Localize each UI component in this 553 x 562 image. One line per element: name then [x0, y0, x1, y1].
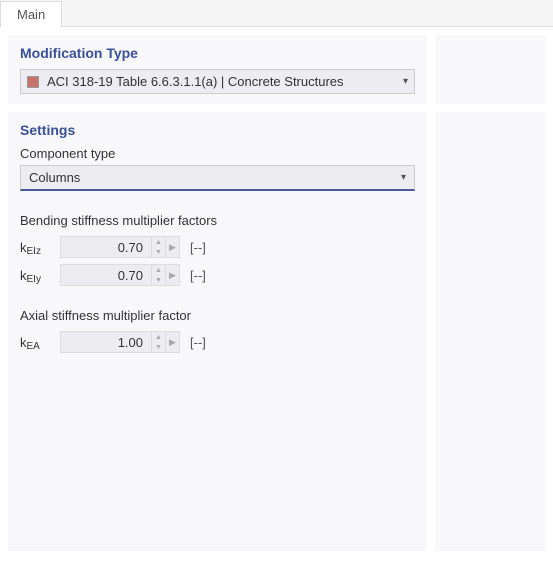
- keiz-step-up[interactable]: ▲: [152, 237, 165, 247]
- kea-input[interactable]: [61, 334, 151, 351]
- chevron-down-icon: ▾: [403, 76, 408, 87]
- param-row-keiz: kEIz ▲ ▼ ▶ [--]: [20, 236, 415, 258]
- modification-type-panel: Modification Type ACI 318-19 Table 6.6.3…: [8, 35, 427, 104]
- modification-swatch-icon: [27, 76, 39, 88]
- modification-type-title: Modification Type: [20, 45, 415, 61]
- component-type-label: Component type: [20, 146, 415, 161]
- modification-type-value: ACI 318-19 Table 6.6.3.1.1(a) | Concrete…: [47, 74, 397, 89]
- keiz-spinner[interactable]: ▲ ▼ ▶: [60, 236, 180, 258]
- param-key-keiz: kEIz: [20, 240, 60, 255]
- keiy-input[interactable]: [61, 267, 151, 284]
- settings-panel: Settings Component type Columns ▾ Bendin…: [8, 112, 427, 551]
- keiz-step-down[interactable]: ▼: [152, 247, 165, 257]
- modification-type-select[interactable]: ACI 318-19 Table 6.6.3.1.1(a) | Concrete…: [20, 69, 415, 94]
- bending-section-label: Bending stiffness multiplier factors: [20, 213, 415, 228]
- axial-section-label: Axial stiffness multiplier factor: [20, 308, 415, 323]
- component-type-value: Columns: [29, 170, 395, 185]
- keiz-side-button[interactable]: ▶: [165, 237, 179, 257]
- keiy-stepper: ▲ ▼: [151, 265, 165, 285]
- param-row-keiy: kEIy ▲ ▼ ▶ [--]: [20, 264, 415, 286]
- keiy-unit: [--]: [190, 268, 206, 283]
- tab-bar: Main: [0, 0, 553, 27]
- kea-stepper: ▲ ▼: [151, 332, 165, 352]
- keiz-stepper: ▲ ▼: [151, 237, 165, 257]
- chevron-down-icon: ▾: [401, 172, 406, 183]
- kea-step-down[interactable]: ▼: [152, 342, 165, 352]
- content-area: Modification Type ACI 318-19 Table 6.6.3…: [0, 27, 553, 559]
- param-row-kea: kEA ▲ ▼ ▶ [--]: [20, 331, 415, 353]
- settings-title: Settings: [20, 122, 415, 138]
- keiz-unit: [--]: [190, 240, 206, 255]
- keiy-side-button[interactable]: ▶: [165, 265, 179, 285]
- kea-unit: [--]: [190, 335, 206, 350]
- kea-spinner[interactable]: ▲ ▼ ▶: [60, 331, 180, 353]
- param-key-kea: kEA: [20, 335, 60, 350]
- kea-step-up[interactable]: ▲: [152, 332, 165, 342]
- top-right-panel: [435, 35, 545, 104]
- keiy-step-down[interactable]: ▼: [152, 275, 165, 285]
- keiy-step-up[interactable]: ▲: [152, 265, 165, 275]
- keiz-input[interactable]: [61, 239, 151, 256]
- kea-side-button[interactable]: ▶: [165, 332, 179, 352]
- keiy-spinner[interactable]: ▲ ▼ ▶: [60, 264, 180, 286]
- tab-main[interactable]: Main: [0, 1, 62, 27]
- param-key-keiy: kEIy: [20, 268, 60, 283]
- right-side-panel: [435, 112, 545, 551]
- component-type-select[interactable]: Columns ▾: [20, 165, 415, 191]
